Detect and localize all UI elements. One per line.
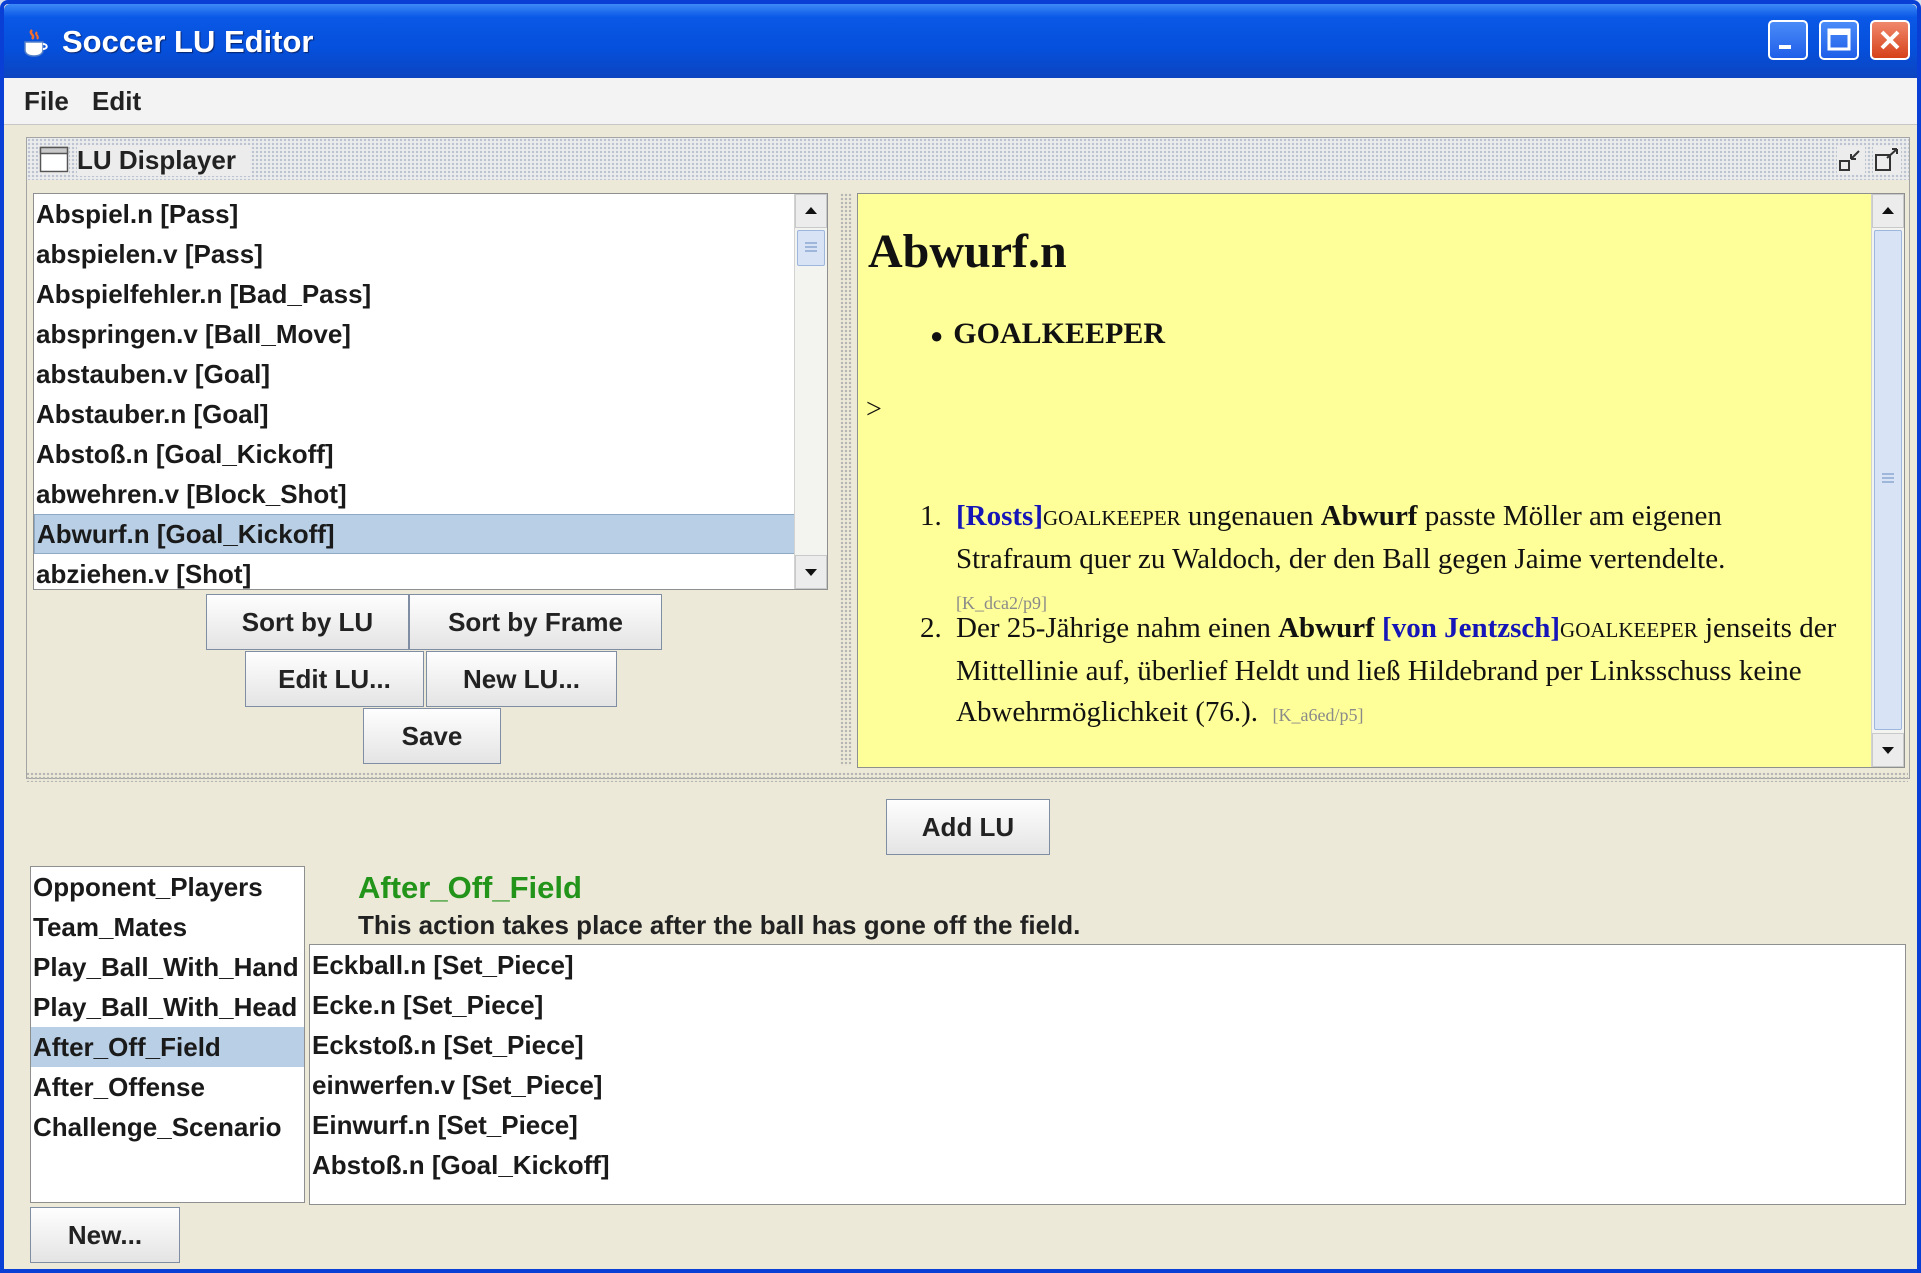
menu-file[interactable]: File: [24, 86, 69, 117]
iconify-icon[interactable]: [1837, 146, 1865, 174]
bullet-icon: ●: [930, 323, 944, 348]
minimize-button[interactable]: [1768, 20, 1808, 60]
example-sentence: 2. Der 25-Jährige nahm einen Abwurf [von…: [920, 608, 1840, 736]
frame-element-tag: GOALKEEPER: [1560, 618, 1698, 642]
frame-element-tag: GOALKEEPER: [1043, 506, 1181, 530]
lu-list-item[interactable]: abspringen.v [Ball_Move]: [34, 314, 827, 354]
frame-lu-item[interactable]: Abstoß.n [Goal_Kickoff]: [310, 1145, 1905, 1185]
sentence-text: Der 25-Jährige nahm einen: [956, 612, 1279, 644]
example-number: 1.: [920, 500, 942, 532]
arrow-up-icon: [805, 207, 817, 214]
frame-lu-list[interactable]: Eckball.n [Set_Piece] Ecke.n [Set_Piece]…: [309, 944, 1906, 1205]
arrow-up-icon: [1882, 207, 1894, 214]
target-word: Abwurf: [1278, 612, 1375, 644]
lu-displayer-frame: LU Displayer Abspiel.n [Pass] abspielen.…: [26, 137, 1910, 779]
frame-lu-item[interactable]: Eckstoß.n [Set_Piece]: [310, 1025, 1905, 1065]
example-sentence: 1. [Rosts]GOALKEEPER ungenauen Abwurf pa…: [920, 496, 1840, 624]
close-button[interactable]: [1870, 20, 1910, 60]
scroll-down-arrow[interactable]: [795, 555, 827, 589]
sort-by-lu-button[interactable]: Sort by LU: [206, 594, 409, 650]
sentence-text: ungenauen: [1180, 500, 1321, 532]
lu-list-item[interactable]: Abspielfehler.n [Bad_Pass]: [34, 274, 827, 314]
lu-list-item[interactable]: abziehen.v [Shot]: [34, 554, 827, 589]
scroll-up-arrow[interactable]: [1872, 194, 1904, 228]
add-lu-button[interactable]: Add LU: [886, 799, 1050, 855]
window-title: Soccer LU Editor: [62, 24, 314, 59]
frame-lu-item[interactable]: Einwurf.n [Set_Piece]: [310, 1105, 1905, 1145]
edit-lu-button[interactable]: Edit LU...: [245, 651, 424, 707]
frame-element-span: [Rosts]: [956, 500, 1043, 532]
arrow-down-icon: [1882, 747, 1894, 754]
frame-list-item[interactable]: After_Offense: [31, 1067, 304, 1107]
title-bar[interactable]: Soccer LU Editor: [4, 4, 1917, 78]
menu-edit[interactable]: Edit: [92, 86, 141, 117]
lu-displayer-title-bar[interactable]: LU Displayer: [27, 138, 1909, 180]
lu-list-item[interactable]: abspielen.v [Pass]: [34, 234, 827, 274]
definition-scrollbar[interactable]: [1871, 194, 1904, 767]
scroll-down-arrow[interactable]: [1872, 733, 1904, 767]
frame-element-item: ● GOALKEEPER: [930, 317, 1165, 351]
new-lu-button[interactable]: New LU...: [426, 651, 617, 707]
frame-lu-item[interactable]: Ecke.n [Set_Piece]: [310, 985, 1905, 1025]
frame-list-item[interactable]: Play_Ball_With_Hand: [31, 947, 304, 987]
save-button[interactable]: Save: [363, 708, 501, 764]
target-word: Abwurf: [1320, 500, 1418, 532]
close-icon: [1880, 30, 1900, 50]
lu-list-item[interactable]: Abstoß.n [Goal_Kickoff]: [34, 434, 827, 474]
frame-list-item[interactable]: Opponent_Players: [31, 867, 304, 907]
lu-list-item[interactable]: Abspiel.n [Pass]: [34, 194, 827, 234]
lu-list-item[interactable]: Abstauber.n [Goal]: [34, 394, 827, 434]
scroll-up-arrow[interactable]: [795, 194, 827, 228]
scroll-thumb[interactable]: [1874, 230, 1902, 730]
lu-list[interactable]: Abspiel.n [Pass] abspielen.v [Pass] Absp…: [33, 193, 828, 590]
minimize-icon: [1779, 45, 1791, 49]
frame-window-icon: [39, 146, 69, 173]
grip-icon: [1882, 473, 1894, 483]
maximize-frame-icon[interactable]: [1873, 146, 1901, 174]
app-window: Soccer LU Editor File Edit LU Displayer: [0, 0, 1921, 1273]
horizontal-split-divider[interactable]: [26, 772, 1908, 782]
lu-list-item[interactable]: abwehren.v [Block_Shot]: [34, 474, 827, 514]
menu-bar: File Edit: [4, 78, 1917, 125]
java-coffee-cup-icon: [24, 29, 48, 57]
frame-list-item[interactable]: Challenge_Scenario: [31, 1107, 304, 1147]
lu-list-scrollbar[interactable]: [794, 194, 827, 589]
maximize-button[interactable]: [1819, 20, 1859, 60]
maximize-icon: [1827, 28, 1851, 51]
frame-definition: This action takes place after the ball h…: [358, 910, 1081, 940]
frame-list[interactable]: Opponent_Players Team_Mates Play_Ball_Wi…: [30, 866, 305, 1203]
source-reference: [K_a6ed/p5]: [1272, 705, 1364, 725]
frame-list-item[interactable]: Team_Mates: [31, 907, 304, 947]
frame-lu-item[interactable]: Eckball.n [Set_Piece]: [310, 945, 1905, 985]
lu-definition-pane: Abwurf.n ● GOALKEEPER > 1. [Rosts]GOALKEE…: [857, 193, 1905, 768]
grip-icon: [805, 242, 817, 252]
scroll-thumb[interactable]: [797, 230, 825, 266]
frame-element-span: [von Jentzsch]: [1382, 612, 1561, 644]
arrow-down-icon: [805, 569, 817, 576]
lu-list-item-selected[interactable]: Abwurf.n [Goal_Kickoff]: [34, 514, 827, 554]
example-number: 2.: [920, 612, 942, 644]
frame-name-heading: After_Off_Field: [358, 870, 582, 905]
lu-headword: Abwurf.n: [868, 225, 1067, 278]
frame-list-item[interactable]: Play_Ball_With_Head: [31, 987, 304, 1027]
lu-displayer-title: LU Displayer: [77, 145, 250, 176]
lu-list-item[interactable]: abstauben.v [Goal]: [34, 354, 827, 394]
frame-element-name: GOALKEEPER: [953, 317, 1165, 350]
marker-text: >: [866, 394, 882, 425]
sort-by-frame-button[interactable]: Sort by Frame: [409, 594, 662, 650]
frame-lu-item[interactable]: einwerfen.v [Set_Piece]: [310, 1065, 1905, 1105]
frame-list-item-selected[interactable]: After_Off_Field: [31, 1027, 304, 1067]
split-pane-divider[interactable]: [840, 193, 852, 766]
new-frame-button[interactable]: New...: [30, 1207, 180, 1263]
